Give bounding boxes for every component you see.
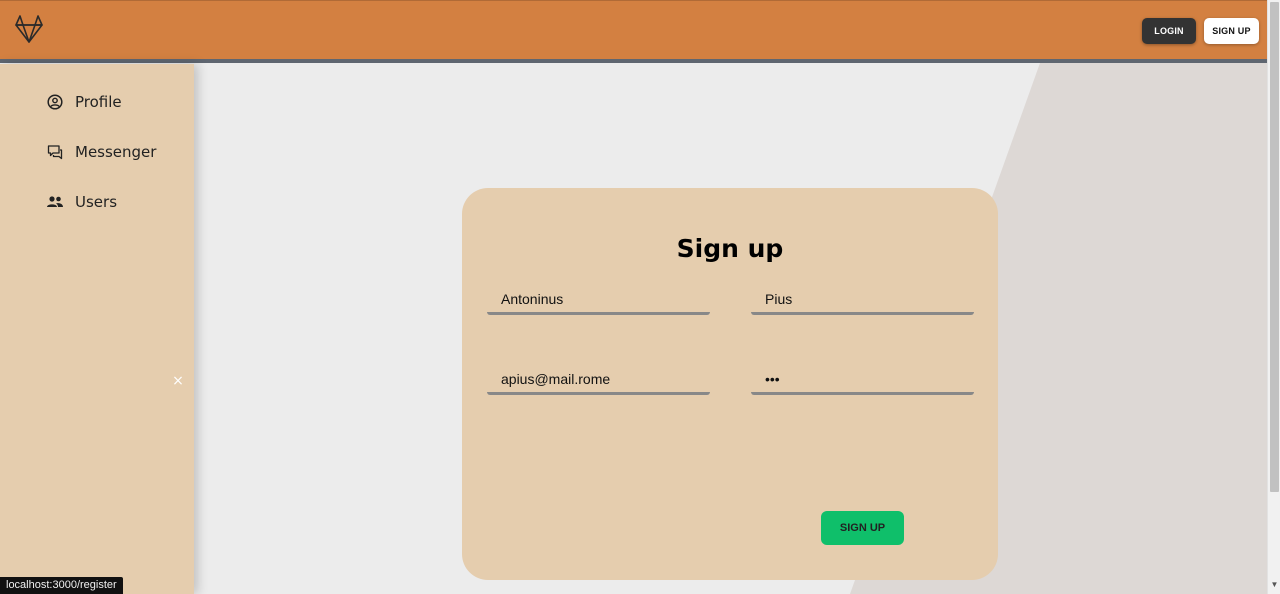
password-field[interactable]: [751, 365, 974, 395]
scrollbar-thumb[interactable]: [1270, 2, 1279, 492]
signup-nav-button[interactable]: SIGN UP: [1204, 18, 1259, 44]
scroll-down-arrow-icon[interactable]: ▼: [1270, 580, 1279, 590]
profile-icon: [46, 93, 64, 111]
page-title: Sign up: [676, 234, 784, 263]
gitlab-fox-logo-icon[interactable]: [13, 13, 45, 45]
users-icon: [46, 193, 64, 211]
sidebar-item-label: Users: [75, 193, 118, 211]
last-name-field[interactable]: [751, 285, 974, 315]
sidebar-item-messenger[interactable]: Messenger: [46, 140, 156, 164]
first-name-input[interactable]: [487, 285, 710, 312]
header-divider: [0, 59, 1267, 63]
sidebar: Profile Messenger Users ×: [0, 64, 194, 594]
sidebar-item-users[interactable]: Users: [46, 190, 117, 214]
signup-card: Sign up SIGN UP: [462, 188, 998, 580]
top-navbar: LOGIN SIGN UP: [0, 0, 1267, 60]
first-name-field[interactable]: [487, 285, 710, 315]
sidebar-item-label: Profile: [75, 93, 122, 111]
email-input[interactable]: [487, 365, 710, 392]
sidebar-item-label: Messenger: [75, 143, 157, 161]
login-button[interactable]: LOGIN: [1142, 18, 1196, 44]
last-name-input[interactable]: [751, 285, 974, 312]
messenger-icon: [46, 143, 64, 161]
status-bar-url: localhost:3000/register: [0, 577, 123, 594]
password-input[interactable]: [751, 365, 974, 392]
vertical-scrollbar[interactable]: ▼: [1267, 0, 1280, 594]
page: LOGIN SIGN UP Profile Messenger Users × …: [0, 0, 1280, 594]
sidebar-item-profile[interactable]: Profile: [46, 90, 122, 114]
close-sidebar-icon[interactable]: ×: [171, 374, 185, 388]
signup-submit-button[interactable]: SIGN UP: [821, 511, 904, 545]
email-field[interactable]: [487, 365, 710, 395]
